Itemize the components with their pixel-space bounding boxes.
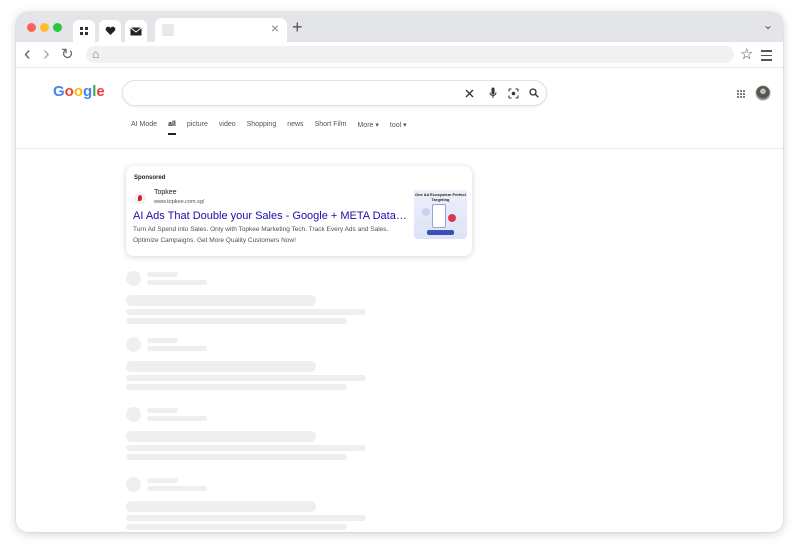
skeleton-line xyxy=(126,524,347,530)
thumbnail-header xyxy=(414,186,467,190)
skeleton-circle xyxy=(126,407,141,422)
maximize-window-dot[interactable] xyxy=(53,23,62,32)
tab-ai-mode[interactable]: AI Mode xyxy=(131,121,157,135)
bookmark-star-icon[interactable]: ☆ xyxy=(740,45,753,63)
skeleton-line xyxy=(126,431,316,442)
skeleton-line xyxy=(126,501,316,512)
thumbnail-phone-graphic xyxy=(432,204,446,228)
account-avatar[interactable] xyxy=(755,85,771,101)
sponsored-ad-card[interactable]: Sponsored Topkee www.topkee.com.sg/ AI A… xyxy=(126,166,472,256)
reload-button[interactable]: ↻ xyxy=(61,45,74,65)
skeleton-line xyxy=(147,408,178,413)
skeleton-line xyxy=(147,478,178,483)
thumbnail-graphic xyxy=(448,214,456,222)
skeleton-line xyxy=(126,515,366,521)
tab-favicon xyxy=(162,24,174,36)
search-tabs: AI Mode all picture video Shopping news … xyxy=(131,121,418,135)
skeleton-line xyxy=(126,295,316,306)
skeleton-line xyxy=(126,454,347,460)
tab-video[interactable]: video xyxy=(219,121,236,135)
google-logo[interactable]: Google xyxy=(53,83,105,100)
logo-letter: o xyxy=(64,83,74,100)
tab-news[interactable]: news xyxy=(287,121,303,135)
search-box[interactable] xyxy=(122,80,547,106)
search-icon[interactable] xyxy=(529,88,539,98)
skeleton-line xyxy=(147,416,207,421)
google-results-page: Google AI Mode all picture video Shoppin… xyxy=(16,69,783,532)
browser-window: × + ⌄ ‹ › ↻ ⌂ ☆ Google AI Mode all pictu… xyxy=(16,12,783,532)
menu-icon[interactable] xyxy=(761,50,772,64)
skeleton-line xyxy=(147,486,207,491)
pinned-tab-apps[interactable] xyxy=(73,20,95,42)
back-button[interactable]: ‹ xyxy=(24,44,31,64)
advertiser-favicon-icon xyxy=(134,192,146,204)
skeleton-line xyxy=(147,338,178,343)
logo-letter: g xyxy=(83,83,93,100)
thumbnail-graphic xyxy=(422,208,430,216)
skeleton-line xyxy=(126,309,366,315)
tab-shopping[interactable]: Shopping xyxy=(247,121,277,135)
sponsored-label: Sponsored xyxy=(134,175,166,181)
lens-camera-icon[interactable] xyxy=(508,88,519,99)
minimize-window-dot[interactable] xyxy=(40,23,49,32)
address-bar[interactable]: ⌂ xyxy=(86,46,734,63)
tab-more[interactable]: More ▾ xyxy=(357,121,378,135)
ad-title-link[interactable]: AI Ads That Double your Sales - Google +… xyxy=(133,210,408,222)
logo-letter: o xyxy=(73,83,84,100)
thumbnail-button-graphic xyxy=(427,230,454,235)
forward-button[interactable]: › xyxy=(43,44,50,64)
new-tab-button[interactable]: + xyxy=(292,17,303,37)
active-tab[interactable]: × xyxy=(155,18,287,42)
ad-description: Turn Ad Spend into Sales. Only with Topk… xyxy=(133,226,389,244)
logo-letter: e xyxy=(96,83,105,100)
logo-letter: G xyxy=(53,83,65,100)
tab-search-chevron-icon[interactable]: ⌄ xyxy=(763,18,773,32)
pinned-tab-heart[interactable] xyxy=(99,20,121,42)
skeleton-line xyxy=(147,280,207,285)
ad-thumbnail-image[interactable]: One Ad Ecosystem Perfect Targeting xyxy=(414,186,467,239)
skeleton-line xyxy=(126,445,366,451)
skeleton-line xyxy=(126,375,366,381)
close-window-dot[interactable] xyxy=(27,23,36,32)
close-tab-icon[interactable]: × xyxy=(271,20,279,36)
mail-icon xyxy=(130,26,142,35)
advertiser-url[interactable]: www.topkee.com.sg/ xyxy=(154,199,204,205)
microphone-icon[interactable] xyxy=(489,87,497,99)
advertiser-name[interactable]: Topkee xyxy=(154,189,177,196)
tab-tool[interactable]: tool ▾ xyxy=(390,121,407,135)
skeleton-line xyxy=(126,318,347,324)
pinned-tab-mail[interactable] xyxy=(125,20,147,42)
skeleton-circle xyxy=(126,337,141,352)
clear-icon[interactable] xyxy=(465,89,474,98)
skeleton-line xyxy=(147,272,178,277)
apps-icon xyxy=(80,27,88,35)
google-apps-icon[interactable] xyxy=(736,89,745,98)
thumbnail-text: One Ad Ecosystem Perfect Targeting xyxy=(415,192,466,202)
divider xyxy=(16,148,783,149)
skeleton-circle xyxy=(126,477,141,492)
heart-icon xyxy=(105,26,115,35)
tab-picture[interactable]: picture xyxy=(187,121,208,135)
skeleton-line xyxy=(126,361,316,372)
tab-short-film[interactable]: Short Film xyxy=(315,121,347,135)
home-icon[interactable]: ⌂ xyxy=(92,47,99,61)
skeleton-line xyxy=(126,384,347,390)
browser-toolbar: ‹ › ↻ ⌂ ☆ xyxy=(16,42,783,68)
tab-bar: × + ⌄ xyxy=(16,12,783,42)
tab-all[interactable]: all xyxy=(168,121,176,135)
skeleton-line xyxy=(147,346,207,351)
skeleton-circle xyxy=(126,271,141,286)
